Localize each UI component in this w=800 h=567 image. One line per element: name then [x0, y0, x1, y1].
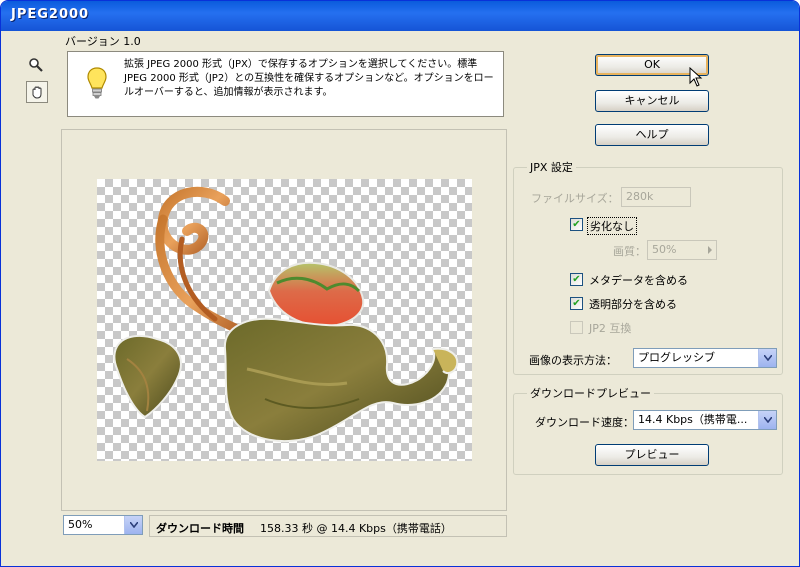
- download-preview-legend: ダウンロードプレビュー: [527, 385, 654, 401]
- metadata-label[interactable]: メタデータを含める: [589, 272, 688, 288]
- preview-image: [113, 186, 459, 442]
- jpeg2000-dialog: JPEG2000 バージョン 1.0 拡張 JPEG 2000 形式（JPX）で…: [0, 0, 800, 567]
- preview-button[interactable]: プレビュー: [595, 444, 709, 466]
- download-time-label: ダウンロード時間: [156, 522, 244, 535]
- help-button[interactable]: ヘルプ: [595, 124, 709, 146]
- lossless-label[interactable]: 劣化なし: [587, 217, 637, 235]
- cancel-button[interactable]: キャンセル: [595, 90, 709, 112]
- filesize-field[interactable]: 280k: [621, 187, 691, 207]
- magnifier-icon[interactable]: [26, 55, 46, 75]
- metadata-checkbox[interactable]: ✔: [570, 273, 583, 286]
- info-box: 拡張 JPEG 2000 形式（JPX）で保存するオプションを選択してください。…: [67, 51, 504, 117]
- lightbulb-icon: [86, 66, 108, 103]
- display-method-select[interactable]: プログレッシブ: [633, 348, 777, 368]
- preview-canvas: [97, 179, 472, 461]
- jpx-settings-legend: JPX 設定: [527, 159, 576, 175]
- chevron-down-icon[interactable]: [758, 411, 776, 429]
- quality-value: 50%: [652, 243, 677, 256]
- chevron-down-icon[interactable]: [124, 516, 142, 534]
- transparency-checkbox[interactable]: ✔: [570, 297, 583, 310]
- quality-label: 画質：: [613, 245, 646, 258]
- download-speed-value: 14.4 Kbps（携帯電...: [638, 413, 748, 426]
- cursor-icon: [689, 66, 703, 90]
- jp2-checkbox[interactable]: [570, 321, 583, 334]
- zoom-select[interactable]: 50%: [63, 515, 143, 535]
- chevron-right-icon[interactable]: [707, 241, 713, 265]
- filesize-label: ファイルサイズ：: [531, 192, 619, 205]
- lossless-checkbox[interactable]: ✔: [570, 218, 583, 231]
- status-bar: ダウンロード時間 158.33 秒 @ 14.4 Kbps（携帯電話）: [149, 515, 507, 537]
- display-method-label: 画像の表示方法：: [529, 354, 617, 367]
- title-bar: JPEG2000: [1, 1, 799, 31]
- chevron-down-icon[interactable]: [758, 349, 776, 367]
- version-label: バージョン 1.0: [65, 35, 141, 48]
- hand-icon[interactable]: [26, 81, 48, 103]
- filesize-value: 280k: [626, 190, 654, 203]
- display-method-value: プログレッシブ: [638, 351, 715, 364]
- zoom-value: 50%: [68, 518, 93, 531]
- window-title: JPEG2000: [11, 7, 90, 22]
- download-speed-select[interactable]: 14.4 Kbps（携帯電...: [633, 410, 777, 430]
- transparency-label[interactable]: 透明部分を含める: [589, 296, 677, 312]
- download-speed-label: ダウンロード速度：: [535, 416, 634, 429]
- info-text: 拡張 JPEG 2000 形式（JPX）で保存するオプションを選択してください。…: [124, 59, 494, 98]
- quality-field[interactable]: 50%: [647, 240, 717, 260]
- jp2-label: JP2 互換: [589, 322, 632, 335]
- download-time-value: 158.33 秒 @ 14.4 Kbps（携帯電話）: [260, 522, 452, 535]
